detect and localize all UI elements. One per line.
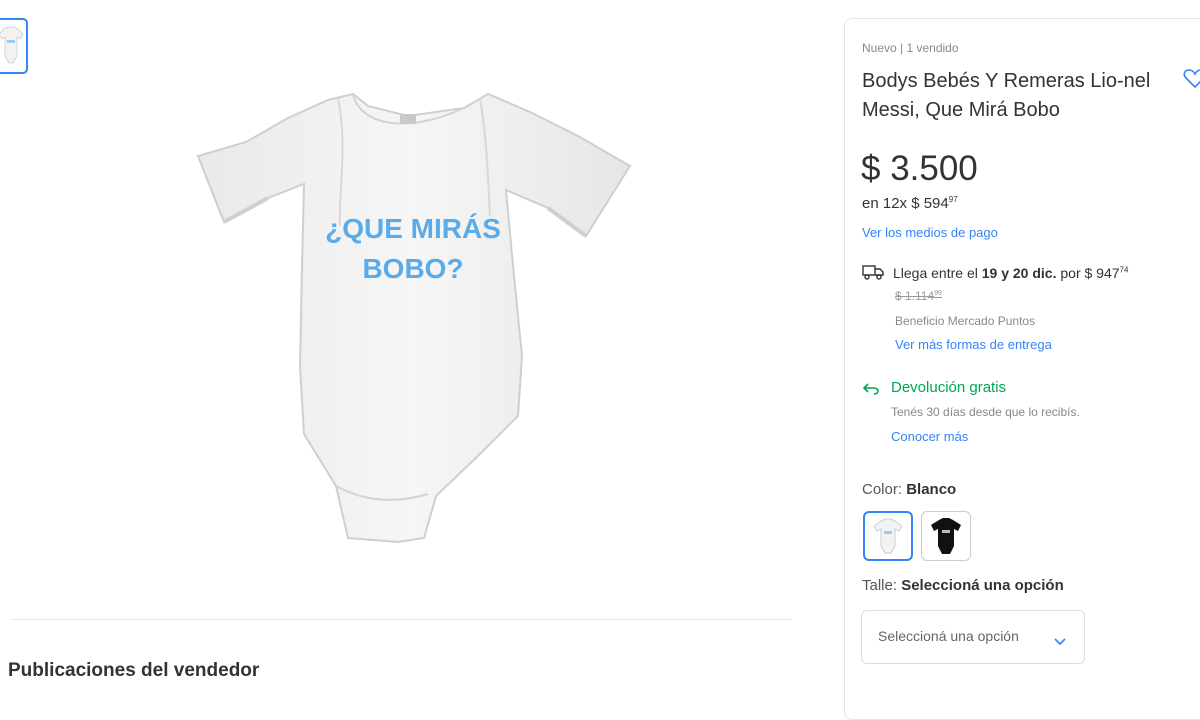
heart-icon[interactable] [1183,67,1200,94]
shipping-price: por $ 947 [1060,265,1120,281]
shipping-estimate: Llega entre el 19 y 20 dic. por $ 94774 [893,265,1128,281]
shipping-connector: y [1001,265,1009,281]
shipping-old-cents: 99 [934,290,942,297]
shipping-old-price: $ 1.11499 [895,289,942,303]
installments-cents: 97 [948,195,958,204]
shipping-prefix: Llega entre el [893,265,978,281]
size-dropdown-value: Seleccioná una opción [878,628,1019,644]
size-dropdown[interactable]: Seleccioná una opción [861,610,1085,664]
color-swatch-white[interactable] [863,511,913,561]
learn-more-link[interactable]: Conocer más [891,429,968,444]
shipping-day1: 19 [981,265,998,281]
payment-methods-link[interactable]: Ver los medios de pago [862,225,998,240]
gallery-thumbnail[interactable] [0,18,28,74]
product-price: $ 3.500 [861,149,978,188]
white-onesie-icon [873,518,903,554]
more-delivery-options-link[interactable]: Ver más formas de entrega [895,337,1052,352]
return-arrow-icon [862,382,880,401]
installments-amount: en 12x $ 594 [862,195,949,212]
size-selected-value: Seleccioná una opción [901,577,1064,594]
section-divider [12,619,792,620]
product-main-image: ¿QUE MIRÁS BOBO? [196,92,632,544]
shipping-old-amount: $ 1.114 [895,289,935,303]
black-onesie-icon [931,518,961,554]
shipping-day2: 20 dic. [1012,265,1057,281]
free-return-subtext: Tenés 30 días desde que lo recibís. [891,405,1080,419]
condition-sold-count: Nuevo | 1 vendido [862,41,959,55]
onesie-thumbnail-image [0,26,24,64]
shipping-price-cents: 74 [1119,265,1129,275]
shirt-print-line1: ¿QUE MIRÁS [325,213,501,244]
related-section-title: Publicaciones del vendedor [8,660,260,681]
installments: en 12x $ 59497 [862,195,958,212]
color-selector-label: Color: Blanco [862,481,956,498]
product-title: Bodys Bebés Y Remeras Lio-nel Messi, Que… [862,70,1151,121]
chevron-down-icon [1054,633,1066,651]
color-selected-value: Blanco [906,481,957,498]
purchase-panel: Nuevo | 1 vendido Bodys Bebés Y Remeras … [844,18,1200,720]
truck-icon [862,264,884,285]
size-label-text: Talle: [862,577,898,594]
shipping-benefit: Beneficio Mercado Puntos [895,314,1036,328]
free-return-label: Devolución gratis [891,379,1007,396]
color-label-text: Color: [862,481,903,498]
size-selector-label: Talle: Seleccioná una opción [862,577,1064,594]
color-swatch-black[interactable] [921,511,971,561]
shirt-print-line2: BOBO? [362,253,463,284]
